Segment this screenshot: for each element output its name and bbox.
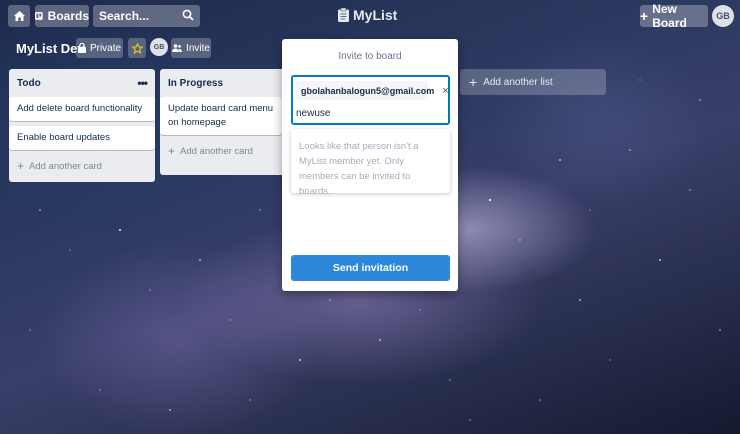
invite-button[interactable]: Invite bbox=[171, 38, 211, 58]
add-card-button[interactable]: + Add another card bbox=[168, 140, 282, 162]
list-header: In Progress bbox=[168, 69, 282, 97]
avatar-initials: GB bbox=[716, 11, 730, 21]
chip-email: gbolahanbalogun5@gmail.com bbox=[301, 85, 435, 96]
board-title[interactable]: MyList Dev bbox=[16, 41, 85, 56]
invite-email-input[interactable] bbox=[296, 105, 446, 121]
home-button[interactable] bbox=[8, 5, 30, 27]
member-initials: GB bbox=[153, 43, 165, 51]
add-card-label: Add another card bbox=[29, 160, 102, 172]
boards-button[interactable]: Boards bbox=[35, 5, 89, 27]
list-header: Todo ••• bbox=[17, 69, 148, 97]
modal-title: Invite to board bbox=[338, 51, 402, 62]
home-icon bbox=[13, 11, 25, 21]
visibility-label: Private bbox=[89, 42, 122, 54]
add-card-button[interactable]: + Add another card bbox=[17, 155, 147, 177]
boards-icon bbox=[35, 12, 43, 20]
card-title: Enable board updates bbox=[17, 132, 110, 143]
plus-icon: + bbox=[640, 8, 649, 24]
plus-icon: + bbox=[469, 74, 478, 90]
visibility-button[interactable]: Private bbox=[76, 38, 123, 58]
card-title: Add delete board functionality bbox=[17, 103, 143, 114]
plus-icon: + bbox=[168, 144, 176, 158]
add-list-label: Add another list bbox=[483, 76, 553, 88]
email-chip[interactable]: gbolahanbalogun5@gmail.com × bbox=[296, 81, 449, 100]
card[interactable]: Add delete board functionality bbox=[9, 97, 155, 121]
app-name: MyList bbox=[353, 7, 398, 23]
star-board-button[interactable] bbox=[128, 38, 146, 58]
list-todo: Todo ••• Add delete board functionality … bbox=[9, 69, 155, 182]
plus-icon: + bbox=[17, 159, 25, 173]
users-icon bbox=[172, 44, 183, 52]
card[interactable]: Enable board updates bbox=[9, 126, 155, 150]
search-input[interactable]: Search... bbox=[93, 5, 200, 27]
star-icon bbox=[131, 42, 143, 54]
ellipsis-icon[interactable]: ••• bbox=[137, 76, 148, 90]
user-avatar[interactable]: GB bbox=[712, 5, 734, 27]
search-icon[interactable] bbox=[182, 9, 194, 21]
invite-label: Invite bbox=[186, 42, 210, 54]
member-notice: Looks like that person isn't a MyList me… bbox=[291, 129, 450, 197]
add-list-button[interactable]: + Add another list bbox=[460, 69, 606, 95]
search-value: Search... bbox=[99, 9, 150, 23]
add-card-label: Add another card bbox=[180, 145, 253, 157]
new-board-label: New Board bbox=[652, 2, 687, 30]
clipboard-icon bbox=[338, 8, 349, 22]
app-logo[interactable]: MyList bbox=[338, 7, 397, 23]
close-icon[interactable]: × bbox=[442, 85, 448, 97]
top-bar: Boards Search... MyList + New Board GB bbox=[0, 0, 740, 32]
card[interactable]: Update board card menu on homepage bbox=[160, 97, 282, 135]
list-title[interactable]: Todo bbox=[17, 78, 41, 89]
invite-field[interactable]: gbolahanbalogun5@gmail.com × bbox=[291, 75, 450, 125]
send-label: Send invitation bbox=[332, 262, 409, 274]
lock-icon bbox=[77, 43, 86, 53]
invite-modal: Invite to board gbolahanbalogun5@gmail.c… bbox=[282, 39, 458, 291]
send-invitation-button[interactable]: Send invitation bbox=[291, 255, 450, 281]
new-board-button[interactable]: + New Board bbox=[640, 2, 708, 30]
list-in-progress: In Progress Update board card menu on ho… bbox=[160, 69, 290, 175]
member-avatar[interactable]: GB bbox=[150, 38, 168, 56]
card-title: Update board card menu on homepage bbox=[168, 103, 274, 128]
list-title[interactable]: In Progress bbox=[168, 78, 223, 89]
boards-label: Boards bbox=[47, 9, 89, 23]
